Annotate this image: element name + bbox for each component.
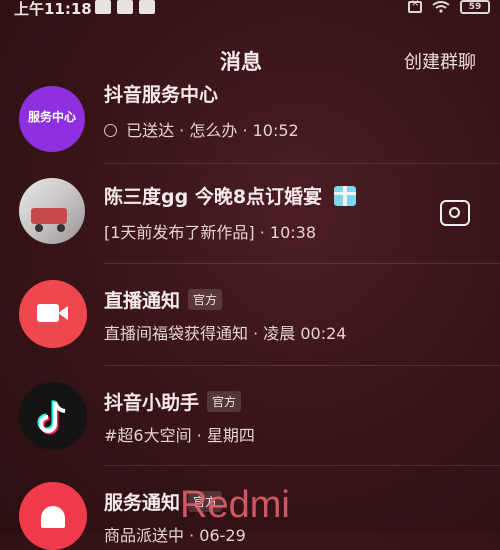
conversation-name: 抖音小助手 [104, 392, 200, 414]
conversation-row[interactable]: 服务中心 抖音服务中心 已送达 · 怎么办 · 10:52 [0, 60, 500, 165]
conversation-row[interactable]: 陈三度gg 今晚8点订婚宴 [1天前发布了新作品] · 10:38 [0, 164, 500, 264]
status-bar: 上午11:18 59 [0, 0, 500, 20]
device-watermark: Redmi [180, 484, 290, 526]
conversation-preview: 直播间福袋获得通知 · 凌晨 00:24 [104, 324, 347, 343]
status-icons: 59 [408, 0, 490, 14]
official-badge: 官方 [207, 391, 242, 412]
status-time: 上午11:18 [14, 0, 92, 18]
conversation-preview: #超6大空间 · 星期四 [104, 426, 255, 445]
gift-icon [334, 185, 357, 206]
conversation-name: 服务通知 [104, 492, 181, 514]
no-sim-icon [408, 0, 422, 13]
conversation-row[interactable]: 抖音小助手 官方 #超6大空间 · 星期四 [0, 366, 500, 466]
notification-icon [95, 0, 111, 14]
bell-icon [19, 482, 87, 550]
conversation-row[interactable]: 直播通知 官方 直播间福袋获得通知 · 凌晨 00:24 [0, 264, 500, 366]
official-badge: 官方 [188, 289, 223, 310]
notification-icons [95, 0, 155, 14]
notification-icon [117, 0, 133, 14]
conversation-name: 抖音服务中心 [104, 84, 219, 106]
avatar-text: 服务中心 [27, 110, 76, 124]
battery-icon: 59 [460, 0, 490, 14]
conversation-preview: [1天前发布了新作品] · 10:38 [104, 223, 317, 242]
conversation-name: 陈三度gg 今晚8点订婚宴 [104, 186, 323, 208]
avatar [19, 178, 85, 244]
wifi-icon [432, 1, 450, 13]
conversation-preview: 已送达 · 怎么办 · 10:52 [126, 121, 299, 140]
avatar: 服务中心 [19, 86, 85, 152]
camera-icon[interactable] [440, 200, 470, 226]
delivered-icon [104, 124, 117, 137]
tiktok-icon [19, 382, 87, 450]
conversation-name: 直播通知 [104, 290, 181, 312]
notification-icon [139, 0, 155, 14]
live-icon [19, 280, 87, 348]
